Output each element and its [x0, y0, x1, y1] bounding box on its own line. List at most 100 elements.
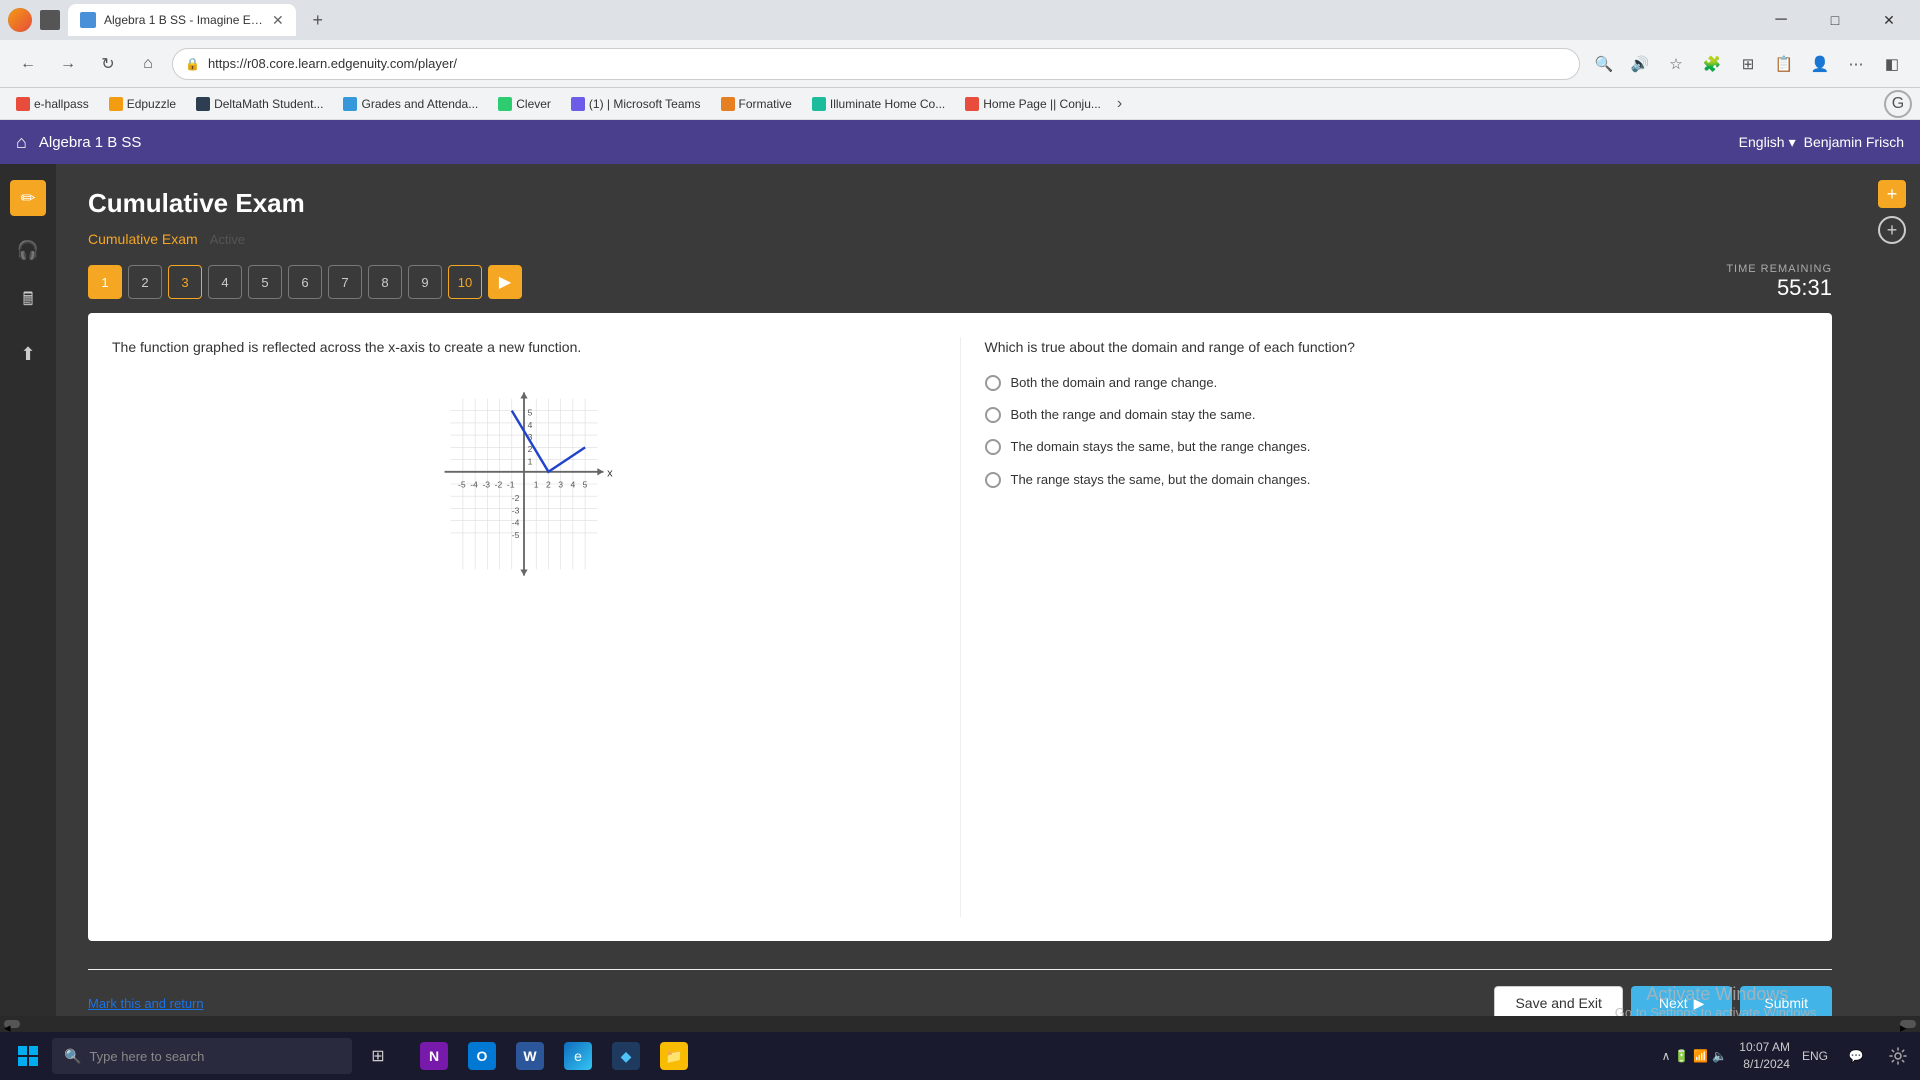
question-btn-7[interactable]: 7: [328, 265, 362, 299]
bookmark-teams[interactable]: (1) | Microsoft Teams: [563, 95, 709, 113]
tab-title: Algebra 1 B SS - Imagine Edgenu...: [104, 13, 264, 27]
network-icon[interactable]: 📶: [1693, 1049, 1708, 1063]
bookmarks-more-button[interactable]: ›: [1117, 95, 1122, 113]
address-bar[interactable]: 🔒 https://r08.core.learn.edgenuity.com/p…: [172, 48, 1580, 80]
active-tab[interactable]: Algebra 1 B SS - Imagine Edgenu... ✕: [68, 4, 296, 36]
bookmark-illuminate[interactable]: Illuminate Home Co...: [804, 95, 953, 113]
pencil-icon[interactable]: ✏: [10, 180, 46, 216]
lock-icon: 🔒: [185, 57, 200, 71]
next-question-arrow[interactable]: ▶: [488, 265, 522, 299]
bookmark-grades[interactable]: Grades and Attenda...: [335, 95, 486, 113]
option-a[interactable]: Both the domain and range change.: [985, 374, 1809, 392]
taskbar-clock[interactable]: 10:07 AM 8/1/2024: [1739, 1039, 1790, 1073]
question-btn-1[interactable]: 1: [88, 265, 122, 299]
search-icon[interactable]: 🔍: [1588, 48, 1620, 80]
bookmark-ehallpass[interactable]: e-hallpass: [8, 95, 97, 113]
question-btn-2[interactable]: 2: [128, 265, 162, 299]
radio-c[interactable]: [985, 439, 1001, 455]
horizontal-scrollbar[interactable]: ◂ ▸: [0, 1016, 1920, 1032]
exam-subtitle-text: Cumulative Exam: [88, 231, 198, 247]
volume-icon[interactable]: 🔈: [1712, 1049, 1727, 1063]
question-btn-3[interactable]: 3: [168, 265, 202, 299]
start-button[interactable]: [8, 1036, 48, 1076]
activate-windows-watermark: Activate Windows Go to Settings to activ…: [1615, 984, 1820, 1020]
bookmark-formative[interactable]: Formative: [713, 95, 800, 113]
upload-icon[interactable]: ⬆: [10, 336, 46, 372]
app-title: Algebra 1 B SS: [39, 134, 1727, 151]
bookmark-icon: [343, 97, 357, 111]
read-aloud-icon[interactable]: 🔊: [1624, 48, 1656, 80]
new-tab-button[interactable]: +: [304, 6, 332, 34]
bookmark-icon: [571, 97, 585, 111]
maximize-button[interactable]: □: [1812, 4, 1858, 36]
extensions-icon[interactable]: 🧩: [1696, 48, 1728, 80]
mark-return-link[interactable]: Mark this and return: [88, 996, 204, 1011]
svg-text:-3: -3: [482, 480, 490, 490]
language-indicator: ENG: [1802, 1049, 1828, 1063]
right-panel: + +: [1864, 164, 1920, 1044]
settings-icon[interactable]: [1884, 1042, 1912, 1070]
copilot-button[interactable]: G: [1884, 90, 1912, 118]
radio-a[interactable]: [985, 375, 1001, 391]
question-btn-8[interactable]: 8: [368, 265, 402, 299]
scroll-left-btn[interactable]: ◂: [4, 1020, 20, 1028]
plus-orange-button[interactable]: +: [1878, 180, 1906, 208]
question-btn-9[interactable]: 9: [408, 265, 442, 299]
profile-icon[interactable]: 👤: [1804, 48, 1836, 80]
svg-text:4: 4: [570, 480, 575, 490]
taskbar-word[interactable]: W: [508, 1034, 552, 1078]
task-view-button[interactable]: ⊞: [356, 1034, 400, 1078]
save-exit-button[interactable]: Save and Exit: [1494, 986, 1622, 1020]
tab-close-button[interactable]: ✕: [272, 12, 284, 29]
active-badge: Active: [210, 232, 245, 247]
bookmark-homepage[interactable]: Home Page || Conju...: [957, 95, 1109, 113]
battery-icon[interactable]: 🔋: [1674, 1049, 1689, 1063]
question-left-text: The function graphed is reflected across…: [112, 337, 936, 358]
refresh-button[interactable]: ↻: [92, 48, 124, 80]
taskbar-apps: N O W e ◆ 📁: [412, 1034, 696, 1078]
activate-title: Activate Windows: [1615, 984, 1820, 1005]
taskbar-unknown1[interactable]: ◆: [604, 1034, 648, 1078]
close-button[interactable]: ✕: [1866, 4, 1912, 36]
notification-button[interactable]: 💬: [1840, 1040, 1872, 1072]
option-d[interactable]: The range stays the same, but the domain…: [985, 471, 1809, 489]
scroll-right-btn[interactable]: ▸: [1900, 1020, 1916, 1028]
taskbar-edge[interactable]: e: [556, 1034, 600, 1078]
option-b[interactable]: Both the range and domain stay the same.: [985, 406, 1809, 424]
svg-text:1: 1: [534, 480, 539, 490]
calculator-icon[interactable]: 🖩: [10, 284, 46, 320]
svg-text:-4: -4: [512, 518, 520, 528]
search-icon: 🔍: [64, 1048, 81, 1065]
bookmark-clever[interactable]: Clever: [490, 95, 559, 113]
option-c[interactable]: The domain stays the same, but the range…: [985, 438, 1809, 456]
plus-outline-button[interactable]: +: [1878, 216, 1906, 244]
taskbar-search[interactable]: 🔍 Type here to search: [52, 1038, 352, 1074]
radio-b[interactable]: [985, 407, 1001, 423]
collections-icon[interactable]: 📋: [1768, 48, 1800, 80]
taskbar-fileexplorer[interactable]: 📁: [652, 1034, 696, 1078]
home-icon[interactable]: ⌂: [16, 132, 27, 153]
headphone-icon[interactable]: 🎧: [10, 232, 46, 268]
question-btn-5[interactable]: 5: [248, 265, 282, 299]
radio-d[interactable]: [985, 472, 1001, 488]
split-screen-icon[interactable]: ⊞: [1732, 48, 1764, 80]
bookmark-icon: [721, 97, 735, 111]
language-selector[interactable]: English ▾: [1739, 134, 1796, 151]
question-btn-6[interactable]: 6: [288, 265, 322, 299]
forward-button[interactable]: →: [52, 48, 84, 80]
option-b-label: Both the range and domain stay the same.: [1011, 406, 1256, 424]
taskbar-outlook[interactable]: O: [460, 1034, 504, 1078]
bookmark-deltamath[interactable]: DeltaMath Student...: [188, 95, 331, 113]
chevron-icon[interactable]: ∧: [1662, 1049, 1671, 1063]
question-btn-10[interactable]: 10: [448, 265, 482, 299]
minimize-button[interactable]: ─: [1758, 4, 1804, 36]
bookmark-edpuzzle[interactable]: Edpuzzle: [101, 95, 184, 113]
question-btn-4[interactable]: 4: [208, 265, 242, 299]
taskbar-onenote[interactable]: N: [412, 1034, 456, 1078]
back-button[interactable]: ←: [12, 48, 44, 80]
favorites-icon[interactable]: ☆: [1660, 48, 1692, 80]
sidebar-toggle-icon[interactable]: ◧: [1876, 48, 1908, 80]
home-button[interactable]: ⌂: [132, 48, 164, 80]
svg-text:5: 5: [582, 480, 587, 490]
menu-icon[interactable]: ⋯: [1840, 48, 1872, 80]
